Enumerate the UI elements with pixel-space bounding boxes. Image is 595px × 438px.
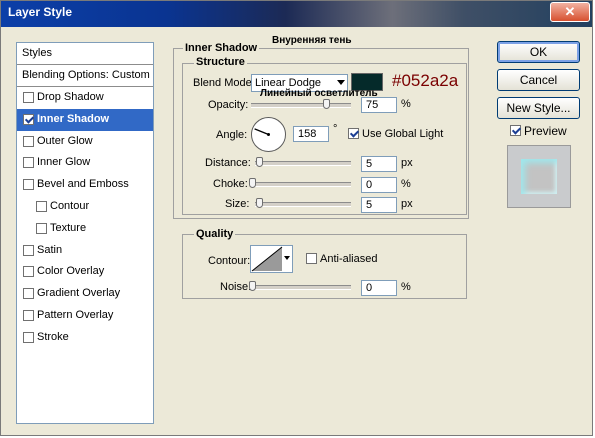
style-item[interactable]: Bevel and Emboss	[17, 174, 153, 196]
blending-options-item[interactable]: Blending Options: Custom	[17, 65, 153, 87]
contour-picker[interactable]	[250, 245, 293, 273]
angle-input[interactable]: 158	[293, 126, 329, 142]
style-item-label: Color Overlay	[37, 265, 105, 278]
size-label: Size:	[225, 198, 250, 210]
quality-title: Quality	[194, 228, 236, 240]
title-bar[interactable]: Layer Style ✕	[1, 1, 592, 27]
style-item-checkbox[interactable]	[36, 201, 47, 212]
linear-contour-icon	[251, 246, 283, 272]
color-hex-annotation: #052a2a	[392, 71, 459, 90]
noise-slider-thumb[interactable]	[249, 281, 256, 291]
noise-input[interactable]: 0	[361, 280, 397, 296]
style-item[interactable]: Color Overlay	[17, 261, 153, 283]
use-global-light-label: Use Global Light	[362, 128, 444, 140]
contour-dropdown-arrow-icon[interactable]	[284, 256, 290, 260]
close-button[interactable]: ✕	[550, 2, 590, 22]
choke-unit: %	[401, 178, 411, 190]
opacity-label: Opacity:	[208, 99, 249, 111]
use-global-light-checkbox[interactable]	[348, 128, 359, 139]
style-item[interactable]: Stroke	[17, 327, 153, 349]
inner-shadow-title: Inner Shadow	[183, 42, 260, 54]
style-item-checkbox[interactable]	[23, 331, 34, 343]
chevron-down-icon	[337, 80, 345, 85]
style-item-checkbox[interactable]	[23, 113, 34, 125]
russian-title-note: Внуренняя тень	[272, 35, 352, 46]
anti-aliased-label: Anti-aliased	[320, 253, 378, 265]
styles-header-label: Styles	[22, 47, 52, 59]
blend-mode-label: Blend Mode:	[193, 77, 255, 89]
anti-aliased-checkbox[interactable]	[306, 253, 317, 264]
style-item[interactable]: Inner Shadow	[17, 108, 153, 131]
blend-mode-note: Линейный осветлитель	[260, 88, 378, 99]
size-input[interactable]: 5	[361, 197, 397, 213]
style-item-label: Bevel and Emboss	[37, 178, 129, 191]
style-item[interactable]: Gradient Overlay	[17, 283, 153, 305]
style-item-checkbox[interactable]	[23, 288, 34, 300]
size-slider[interactable]	[255, 202, 351, 207]
opacity-unit: %	[401, 98, 411, 110]
style-item-checkbox[interactable]	[23, 310, 34, 321]
preview-label: Preview	[524, 124, 567, 138]
style-item-label: Contour	[50, 200, 90, 212]
style-item-checkbox[interactable]	[23, 157, 34, 169]
contour-label: Contour:	[208, 255, 251, 267]
style-item[interactable]: Outer Glow	[17, 131, 153, 153]
style-item-label: Satin	[37, 243, 63, 256]
opacity-slider[interactable]	[251, 103, 351, 108]
styles-list: Styles Blending Options: Custom Drop Sha…	[16, 42, 154, 424]
style-item[interactable]: Texture	[17, 218, 153, 240]
choke-input[interactable]: 0	[361, 177, 397, 193]
distance-slider-thumb[interactable]	[256, 157, 263, 167]
style-item-label: Drop Shadow	[37, 91, 104, 103]
style-item-label: Texture	[50, 221, 87, 234]
style-preview-thumbnail	[507, 145, 571, 208]
size-unit: px	[401, 198, 413, 210]
style-item-label: Pattern Overlay	[37, 309, 114, 321]
noise-label: Noise:	[220, 281, 252, 293]
new-style-button[interactable]: New Style...	[497, 97, 580, 119]
noise-slider[interactable]	[250, 285, 351, 290]
preview-checkbox[interactable]	[510, 125, 521, 136]
window-title: Layer Style	[8, 5, 73, 19]
cancel-button[interactable]: Cancel	[497, 69, 580, 91]
opacity-slider-thumb[interactable]	[322, 99, 330, 109]
style-item-checkbox[interactable]	[23, 92, 34, 103]
noise-unit: %	[401, 281, 411, 293]
distance-unit: px	[401, 157, 413, 169]
style-item-label: Gradient Overlay	[37, 287, 121, 300]
style-item-label: Inner Shadow	[37, 112, 110, 125]
angle-dial-icon[interactable]	[250, 116, 287, 153]
size-slider-thumb[interactable]	[256, 198, 263, 208]
layer-style-dialog: Layer Style ✕ Styles Blending Options: C…	[0, 0, 593, 436]
style-item-checkbox[interactable]	[23, 135, 34, 147]
choke-label: Choke:	[213, 178, 248, 190]
style-item-label: Inner Glow	[37, 156, 91, 169]
style-item[interactable]: Satin	[17, 240, 153, 262]
distance-label: Distance:	[205, 157, 251, 169]
style-item-checkbox[interactable]	[23, 179, 34, 191]
style-item[interactable]: Contour	[17, 196, 153, 218]
style-item-label: Stroke	[37, 330, 69, 343]
degree-symbol: °	[333, 123, 338, 135]
blending-options-label: Blending Options: Custom	[22, 69, 150, 81]
style-item-label: Outer Glow	[37, 134, 93, 147]
structure-title: Structure	[194, 56, 247, 68]
style-item-checkbox[interactable]	[36, 222, 47, 234]
style-item-checkbox[interactable]	[23, 266, 34, 278]
style-item[interactable]: Inner Glow	[17, 152, 153, 174]
styles-header[interactable]: Styles	[17, 43, 153, 65]
distance-input[interactable]: 5	[361, 156, 397, 172]
opacity-input[interactable]: 75	[361, 97, 397, 113]
ok-button[interactable]: OK	[497, 41, 580, 63]
style-item[interactable]: Drop Shadow	[17, 87, 153, 109]
style-item-checkbox[interactable]	[23, 244, 34, 256]
style-item[interactable]: Pattern Overlay	[17, 305, 153, 327]
choke-slider-thumb[interactable]	[249, 178, 256, 188]
angle-label: Angle:	[216, 129, 248, 141]
distance-slider[interactable]	[255, 161, 351, 166]
preview-swatch	[521, 159, 557, 194]
choke-slider[interactable]	[250, 182, 351, 187]
